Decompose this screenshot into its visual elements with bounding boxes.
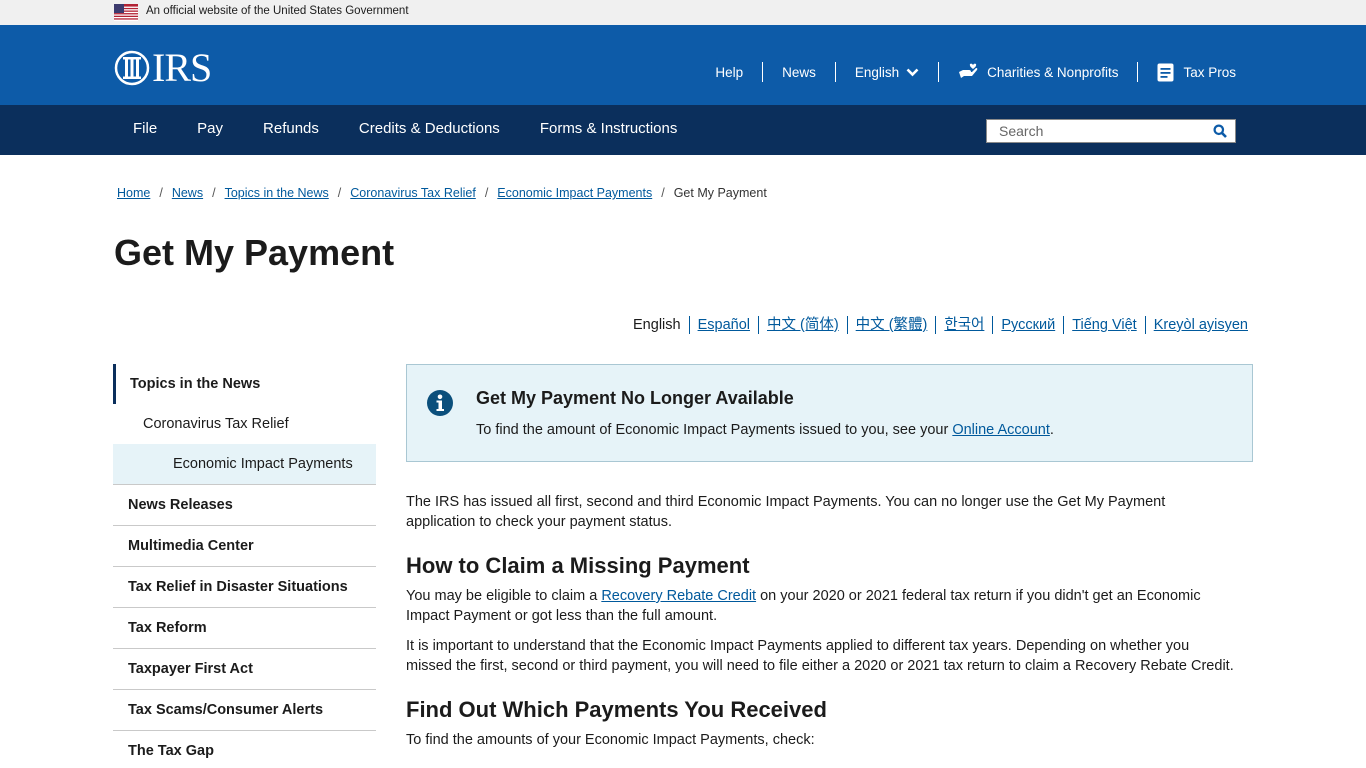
alert-title: Get My Payment No Longer Available <box>476 388 794 408</box>
nav-file[interactable]: File <box>113 105 177 155</box>
nav-pay[interactable]: Pay <box>177 105 243 155</box>
sidebar-item-tax-scams[interactable]: Tax Scams/Consumer Alerts <box>113 690 376 731</box>
sidebar-item-multimedia-center[interactable]: Multimedia Center <box>113 526 376 567</box>
document-icon <box>1157 63 1174 81</box>
search-icon[interactable] <box>1213 124 1227 138</box>
chevron-down-icon <box>906 68 919 76</box>
main-nav: File Pay Refunds Credits & Deductions Fo… <box>0 105 1366 155</box>
utility-nav: Help News English Charities & Nonprofits <box>696 49 1236 95</box>
lang-vietnamese[interactable]: Tiếng Việt <box>1072 317 1137 333</box>
tax-years-paragraph: It is important to understand that the E… <box>406 638 1234 674</box>
sidebar-item-economic-impact-payments[interactable]: Economic Impact Payments <box>113 444 376 485</box>
news-link[interactable]: News <box>762 62 835 82</box>
help-link[interactable]: Help <box>696 62 762 82</box>
lang-spanish[interactable]: Español <box>698 317 750 333</box>
lang-korean[interactable]: 한국어 <box>944 317 984 333</box>
claim-paragraph: You may be eligible to claim a Recovery … <box>406 588 1201 624</box>
language-dropdown[interactable]: English <box>834 62 938 82</box>
gov-banner-text: An official website of the United States… <box>146 5 409 17</box>
sidebar-nav: Topics in the News Coronavirus Tax Relie… <box>113 364 376 768</box>
sidebar-item-tax-gap[interactable]: The Tax Gap <box>113 731 376 768</box>
main-content: The IRS has issued all first, second and… <box>406 492 1236 760</box>
breadcrumb: Home / News / Topics in the News / Coron… <box>117 186 767 200</box>
breadcrumb-news[interactable]: News <box>172 186 203 200</box>
breadcrumb-current: Get My Payment <box>673 186 767 200</box>
lang-chinese-simplified[interactable]: 中文 (简体) <box>767 317 839 333</box>
breadcrumb-home[interactable]: Home <box>117 186 150 200</box>
charities-link[interactable]: Charities & Nonprofits <box>938 62 1137 82</box>
intro-paragraph: The IRS has issued all first, second and… <box>406 494 1166 530</box>
lang-chinese-traditional[interactable]: 中文 (繁體) <box>856 317 928 333</box>
helping-hand-icon <box>959 63 978 78</box>
sidebar-item-disaster-relief[interactable]: Tax Relief in Disaster Situations <box>113 567 376 608</box>
search-input[interactable] <box>987 120 1202 142</box>
sidebar-item-news-releases[interactable]: News Releases <box>113 485 376 526</box>
language-selector: English Español 中文 (简体) 中文 (繁體) 한국어 Русс… <box>625 316 1248 334</box>
breadcrumb-coronavirus[interactable]: Coronavirus Tax Relief <box>350 186 476 200</box>
alert-body: To find the amount of Economic Impact Pa… <box>476 422 1054 438</box>
online-account-link[interactable]: Online Account <box>952 422 1050 438</box>
lang-russian[interactable]: Русский <box>1001 317 1055 333</box>
heading-find-payments: Find Out Which Payments You Received <box>406 697 827 722</box>
heading-claim-missing-payment: How to Claim a Missing Payment <box>406 553 750 578</box>
site-header: IRS Help News English Charities & Nonpro… <box>0 25 1366 105</box>
sidebar-item-coronavirus-tax-relief[interactable]: Coronavirus Tax Relief <box>113 404 376 444</box>
page-title: Get My Payment <box>114 232 395 273</box>
nav-refunds[interactable]: Refunds <box>243 105 339 155</box>
sidebar-item-tax-reform[interactable]: Tax Reform <box>113 608 376 649</box>
info-alert: Get My Payment No Longer Available To fi… <box>406 364 1253 462</box>
find-amounts-paragraph: To find the amounts of your Economic Imp… <box>406 732 815 748</box>
lang-haitian-creole[interactable]: Kreyòl ayisyen <box>1154 317 1248 333</box>
taxpros-link[interactable]: Tax Pros <box>1137 62 1236 82</box>
breadcrumb-topics[interactable]: Topics in the News <box>225 186 329 200</box>
recovery-rebate-credit-link[interactable]: Recovery Rebate Credit <box>601 588 756 604</box>
sidebar-item-topics-in-the-news[interactable]: Topics in the News <box>113 364 376 404</box>
nav-forms-instructions[interactable]: Forms & Instructions <box>520 105 698 155</box>
search-box <box>986 119 1236 143</box>
irs-logo[interactable]: IRS <box>114 45 212 90</box>
breadcrumb-eip[interactable]: Economic Impact Payments <box>497 186 652 200</box>
logo-text: IRS <box>152 45 212 90</box>
sidebar-item-taxpayer-first-act[interactable]: Taxpayer First Act <box>113 649 376 690</box>
lang-english: English <box>633 317 681 333</box>
eagle-emblem-icon <box>114 50 150 86</box>
nav-credits-deductions[interactable]: Credits & Deductions <box>339 105 520 155</box>
us-flag-icon <box>114 4 138 21</box>
gov-banner: An official website of the United States… <box>0 0 1366 25</box>
info-icon <box>427 390 453 416</box>
